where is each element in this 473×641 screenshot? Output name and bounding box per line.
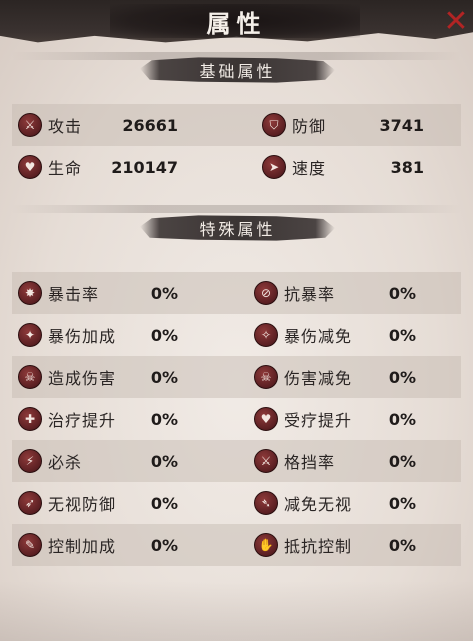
stat-value: 0% xyxy=(388,325,416,345)
stat-value: 26661 xyxy=(122,115,178,135)
special-section-title: 特殊属性 xyxy=(199,220,276,239)
stat-value: 0% xyxy=(150,283,178,303)
stat-name: 必杀 xyxy=(48,453,83,472)
stat-name: 抗暴率 xyxy=(284,285,336,304)
boot-icon: ➤ xyxy=(262,155,286,179)
stat-value: 210147 xyxy=(111,157,178,177)
heart-icon: ♥ xyxy=(18,155,42,179)
stat-value: 381 xyxy=(390,157,424,177)
stat-value: 0% xyxy=(388,535,416,555)
stat-name: 无视防御 xyxy=(48,495,117,514)
stat-value: 0% xyxy=(150,493,178,513)
ignore-defense-icon: ➶ xyxy=(18,491,42,515)
stat-value: 0% xyxy=(150,367,178,387)
bottom-fade xyxy=(0,581,473,641)
stat-value: 0% xyxy=(388,283,416,303)
sword-icon: ⚔ xyxy=(18,113,42,137)
heal-received-icon: ♥ xyxy=(254,407,278,431)
stat-name: 抵抗控制 xyxy=(284,537,353,556)
stat-name: 速度 xyxy=(292,159,327,178)
stat-name: 伤害减免 xyxy=(284,369,353,388)
stat-name: 防御 xyxy=(292,117,327,136)
stat-name: 格挡率 xyxy=(284,453,336,472)
ignore-reduce-icon: ➴ xyxy=(254,491,278,515)
special-stats-panel: ✸ 暴击率 0% ⊘ 抗暴率 0% ✦ 暴伤加成 0% ✧ 暴伤减免 0% ☠ 造成伤害 … xyxy=(12,272,461,566)
stat-row: ✎ 控制加成 0% ✋ 抵抗控制 0% xyxy=(12,524,461,566)
control-boost-icon: ✎ xyxy=(18,533,42,557)
base-stats-panel: ⚔ 攻击 26661 ⛉ 防御 3741 ♥ 生命 210147 ➤ 速度 38… xyxy=(12,104,461,188)
damage-dealt-icon: ☠ xyxy=(18,365,42,389)
stat-row: ✚ 治疗提升 0% ♥ 受疗提升 0% xyxy=(12,398,461,440)
stat-name: 造成伤害 xyxy=(48,369,117,388)
crit-icon: ✸ xyxy=(18,281,42,305)
stat-name: 暴击率 xyxy=(48,285,100,304)
attribute-panel: 属性 ✕ 基础属性 ⚔ 攻击 26661 ⛉ 防御 3741 ♥ 生命 2101… xyxy=(0,0,473,641)
stat-name: 暴伤减免 xyxy=(284,327,353,346)
stat-value: 0% xyxy=(388,451,416,471)
close-button[interactable]: ✕ xyxy=(441,3,471,39)
stat-value: 3741 xyxy=(379,115,424,135)
stat-name: 暴伤加成 xyxy=(48,327,117,346)
stat-value: 0% xyxy=(150,451,178,471)
shield-icon: ⛉ xyxy=(262,113,286,137)
special-section-banner: 特殊属性 xyxy=(140,212,335,244)
stat-name: 控制加成 xyxy=(48,537,117,556)
page-title: 属性 xyxy=(206,9,267,38)
finisher-icon: ⚡ xyxy=(18,449,42,473)
crit-damage-icon: ✦ xyxy=(18,323,42,347)
stat-name: 生命 xyxy=(48,159,83,178)
stat-row: ♥ 生命 210147 ➤ 速度 381 xyxy=(12,146,461,188)
anti-crit-icon: ⊘ xyxy=(254,281,278,305)
stat-row: ☠ 造成伤害 0% ☠ 伤害减免 0% xyxy=(12,356,461,398)
stat-row: ⚡ 必杀 0% ⚔ 格挡率 0% xyxy=(12,440,461,482)
stat-row: ➶ 无视防御 0% ➴ 减免无视 0% xyxy=(12,482,461,524)
stat-value: 0% xyxy=(150,325,178,345)
control-resist-icon: ✋ xyxy=(254,533,278,557)
stat-row: ✦ 暴伤加成 0% ✧ 暴伤减免 0% xyxy=(12,314,461,356)
stat-value: 0% xyxy=(388,367,416,387)
crit-damage-reduce-icon: ✧ xyxy=(254,323,278,347)
stat-name: 攻击 xyxy=(48,117,83,136)
stat-name: 减免无视 xyxy=(284,495,353,514)
block-icon: ⚔ xyxy=(254,449,278,473)
close-icon: ✕ xyxy=(443,3,469,39)
stat-row: ✸ 暴击率 0% ⊘ 抗暴率 0% xyxy=(12,272,461,314)
base-section-banner: 基础属性 xyxy=(140,54,335,86)
stat-value: 0% xyxy=(150,535,178,555)
stat-name: 治疗提升 xyxy=(48,411,117,430)
stat-row: ⚔ 攻击 26661 ⛉ 防御 3741 xyxy=(12,104,461,146)
heal-boost-icon: ✚ xyxy=(18,407,42,431)
stat-value: 0% xyxy=(388,493,416,513)
stat-value: 0% xyxy=(150,409,178,429)
stat-value: 0% xyxy=(388,409,416,429)
base-section-title: 基础属性 xyxy=(199,62,276,81)
damage-reduce-icon: ☠ xyxy=(254,365,278,389)
stat-name: 受疗提升 xyxy=(284,411,353,430)
